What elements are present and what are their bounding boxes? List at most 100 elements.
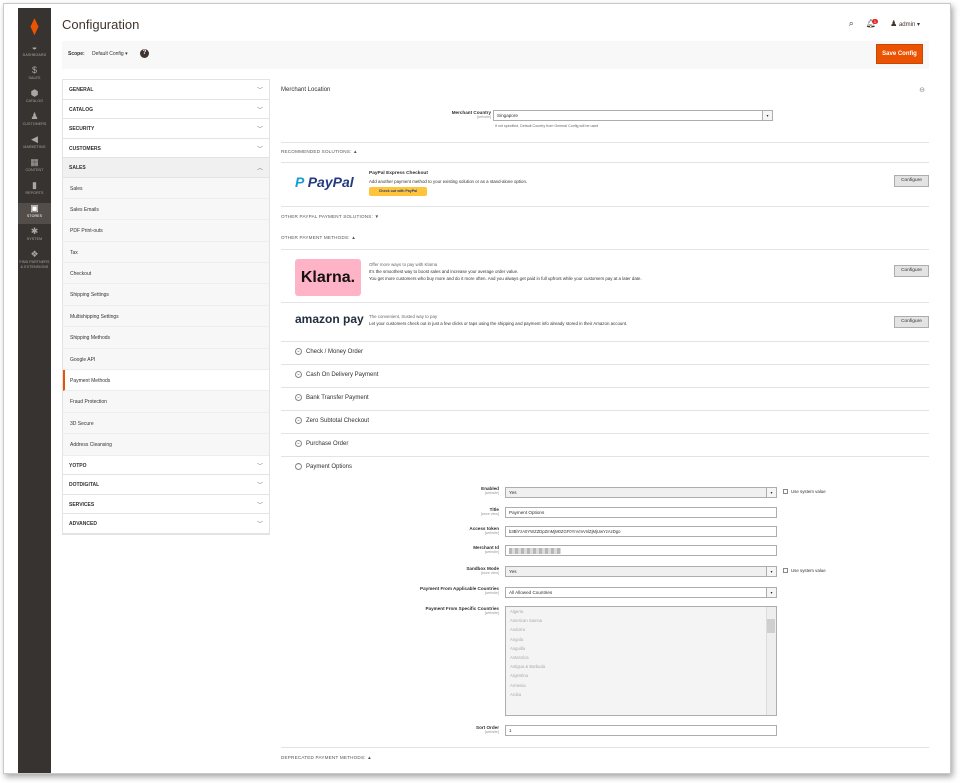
amazon-text: Let your customers check out in just a f… — [369, 321, 628, 326]
country-option[interactable]: American Samoa — [506, 616, 776, 625]
config-subsection-multishipping-settings[interactable]: Multishipping Settings — [63, 305, 269, 328]
sort-order-input[interactable]: 1 — [505, 725, 777, 736]
config-section-dotdigital[interactable]: DOTDIGITAL ﹀ — [63, 475, 269, 495]
use-system-label: Use system value — [791, 568, 826, 573]
user-menu[interactable]: ♟ admin ▾ — [890, 19, 920, 28]
config-subsection-pdf-print-outs[interactable]: PDF Print-outs — [63, 220, 269, 242]
other-paypal-toggle[interactable]: OTHER PAYPAL PAYMENT SOLUTIONS: ▼ — [281, 214, 379, 219]
magento-logo-icon[interactable]: ⧫ — [18, 8, 51, 42]
enabled-label: Enabled [website] — [389, 486, 499, 495]
admin-nav-catalog[interactable]: ⬢ CATALOG — [18, 88, 51, 109]
config-subsection-address-cleansing[interactable]: Address Cleansing — [63, 434, 269, 456]
paypal-title: PayPal Express Checkout — [369, 171, 428, 176]
config-subsection-shipping-methods[interactable]: Shipping Methods — [63, 327, 269, 349]
country-option[interactable]: Antigua & Barbuda — [506, 662, 776, 671]
country-option[interactable]: Anguilla — [506, 644, 776, 653]
config-section-label: DOTDIGITAL — [69, 482, 100, 489]
config-section-label: SERVICES — [69, 501, 95, 508]
config-section-customers[interactable]: CUSTOMERS ﹀ — [63, 139, 269, 158]
specific-countries-multiselect[interactable]: Algeria American Samoa Andorra Angola Anguil… — [505, 606, 777, 716]
config-subsection-checkout[interactable]: Checkout — [63, 263, 269, 285]
scrollbar-thumb[interactable] — [767, 619, 775, 633]
admin-nav-content[interactable]: ▦ CONTENT — [18, 157, 51, 178]
config-section-yotpo[interactable]: YOTPO ﹀ — [63, 456, 269, 476]
admin-nav-marketing[interactable]: ◀ MARKETING — [18, 134, 51, 155]
admin-nav-system[interactable]: ✱ SYSTEM — [18, 226, 51, 247]
notifications-icon[interactable]: 🔔︎1 — [866, 19, 879, 28]
title-scope: [store view] — [480, 512, 499, 516]
recommended-solutions-toggle[interactable]: RECOMMENDED SOLUTIONS: ▲ — [281, 149, 358, 154]
chevron-down-icon: ▾ — [766, 588, 776, 597]
catalog-icon: ⬢ — [30, 88, 39, 98]
scope-switcher[interactable]: Default Config ▾ — [92, 51, 128, 57]
checkbox[interactable] — [783, 568, 788, 574]
klarna-logo: Klarna. — [295, 259, 361, 296]
collapsible-check-money-order[interactable]: ⌄ Check / Money Order — [295, 348, 363, 355]
admin-nav-reports[interactable]: ▮ REPORTS — [18, 180, 51, 201]
country-option[interactable]: Andorra — [506, 625, 776, 634]
deprecated-methods-toggle[interactable]: DEPRECATED PAYMENT METHODS: ▲ — [281, 755, 372, 760]
config-section-security[interactable]: SECURITY ﹀ — [63, 119, 269, 139]
admin-nav-find[interactable]: ❖ FIND PARTNERS & EXTENSIONS — [18, 249, 51, 270]
country-option[interactable]: Algeria — [506, 607, 776, 616]
checkbox[interactable] — [783, 489, 788, 495]
config-section-catalog[interactable]: CATALOG ﹀ — [63, 100, 269, 119]
collapsible-bank-transfer-payment[interactable]: ⌄ Bank Transfer Payment — [295, 394, 369, 401]
config-section-label: CUSTOMERS — [69, 145, 101, 152]
config-subsection-google-api[interactable]: Google API — [63, 348, 269, 371]
access-token-input[interactable]: b3BlYzA0YWZZDpZmMjM0ZGF0YnVmVnlZjMjUwYzA… — [505, 526, 777, 537]
collapsible-purchase-order[interactable]: ⌄ Purchase Order — [295, 440, 348, 447]
merchant-location-title: Merchant Location — [281, 87, 331, 93]
config-subsection-3d-secure[interactable]: 3D Secure — [63, 412, 269, 435]
admin-nav-dashboard[interactable]: ◒ DASHBOARD — [18, 42, 51, 63]
collapse-circle-icon[interactable]: ⊖ — [919, 86, 925, 94]
amazon-configure-button[interactable]: Configure — [894, 316, 929, 328]
sandbox-use-system[interactable]: Use system value — [783, 568, 826, 574]
admin-nav-sales[interactable]: $ SALES — [18, 65, 51, 86]
config-subsection-payment-methods[interactable]: Payment Methods — [63, 370, 269, 392]
scrollbar[interactable] — [766, 607, 776, 715]
sandbox-select[interactable]: Yes ▾ — [505, 566, 777, 577]
paypal-configure-button[interactable]: Configure — [894, 175, 929, 187]
country-option[interactable]: Armenia — [506, 681, 776, 690]
applicable-countries-select[interactable]: All Allowed Countries ▾ — [505, 587, 777, 598]
help-icon[interactable]: ? — [140, 49, 149, 58]
collapsible-zero-subtotal-checkout[interactable]: ⌄ Zero Subtotal Checkout — [295, 417, 369, 424]
save-config-button[interactable]: Save Config — [876, 44, 923, 64]
merchant-country-select[interactable]: Singapore ▾ — [493, 110, 773, 121]
collapsible-payment-options[interactable]: ⌃ Payment Options — [295, 463, 352, 470]
country-option[interactable]: Angola — [506, 635, 776, 644]
enabled-select[interactable]: Yes ▾ — [505, 487, 777, 498]
title-input[interactable]: Payment Options — [505, 507, 777, 518]
config-section-services[interactable]: SERVICES ﹀ — [63, 495, 269, 515]
klarna-configure-button[interactable]: Configure — [894, 265, 929, 277]
paypal-checkout-button[interactable]: Check out with PayPal — [369, 187, 427, 196]
country-option[interactable]: Aruba — [506, 690, 776, 699]
divider — [281, 162, 929, 163]
admin-nav-label: SYSTEM — [26, 237, 43, 241]
applicable-value: All Allowed Countries — [509, 590, 553, 595]
user-name: admin — [898, 22, 916, 28]
admin-nav-stores[interactable]: ▣ STORES — [18, 203, 51, 224]
collapsible-cash-on-delivery-payment[interactable]: ⌄ Cash On Delivery Payment — [295, 371, 378, 378]
config-subsection-tax[interactable]: Tax — [63, 241, 269, 264]
country-option[interactable]: Argentina — [506, 671, 776, 680]
merchant-id-input[interactable] — [505, 545, 777, 556]
divider — [281, 142, 929, 143]
chevron-down-icon: ﹀ — [256, 502, 263, 509]
config-section-advanced[interactable]: ADVANCED ﹀ — [63, 514, 269, 534]
country-option[interactable]: Antarctica — [506, 653, 776, 662]
config-section-sales[interactable]: SALES ︿ — [63, 158, 269, 178]
collapsible-label: Cash On Delivery Payment — [306, 372, 379, 379]
admin-nav-customers[interactable]: ♟ CUSTOMERS — [18, 111, 51, 132]
config-section-general[interactable]: GENERAL ﹀ — [63, 80, 269, 100]
config-subsection-sales-emails[interactable]: Sales Emails — [63, 198, 269, 221]
enabled-use-system[interactable]: Use system value — [783, 489, 826, 495]
config-subsection-shipping-settings[interactable]: Shipping Settings — [63, 284, 269, 306]
other-methods-toggle[interactable]: OTHER PAYMENT METHODS: ▲ — [281, 235, 356, 240]
chevron-down-icon: ﹀ — [256, 463, 263, 470]
search-icon[interactable]: ⌕ — [849, 18, 854, 29]
partners-icon: ❖ — [30, 249, 39, 259]
config-subsection-fraud-protection[interactable]: Fraud Protection — [63, 391, 269, 413]
config-subsection-sales[interactable]: Sales — [63, 177, 269, 199]
